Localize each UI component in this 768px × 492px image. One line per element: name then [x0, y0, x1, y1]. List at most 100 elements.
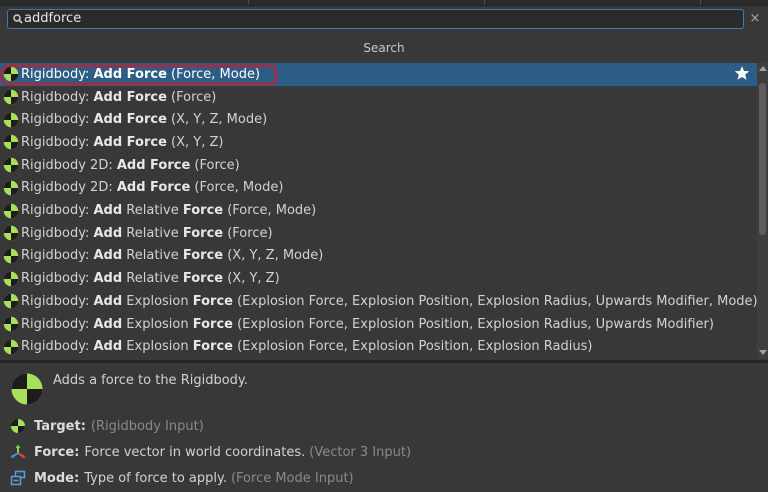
port-name: Mode:	[34, 470, 80, 486]
result-params: (Force, Mode)	[166, 66, 261, 82]
result-prefix: Rigidbody:	[21, 339, 94, 355]
port-type: (Vector 3 Input)	[309, 444, 412, 460]
scroll-up-arrow-icon[interactable]	[759, 66, 767, 71]
result-row[interactable]: Rigidbody: Add Force (X, Y, Z)	[0, 131, 757, 154]
result-params: (X, Y, Z)	[166, 134, 224, 150]
result-row[interactable]: Rigidbody: Add Relative Force (Force)	[0, 222, 757, 245]
result-match-1: Add Force	[93, 112, 167, 128]
results-list[interactable]: Rigidbody: Add Force (Force, Mode) Rigidb…	[0, 63, 757, 359]
result-params: (Explosion Force, Explosion Position, Ex…	[232, 316, 714, 332]
list-header-title: Search	[363, 41, 405, 55]
search-icon	[13, 14, 23, 24]
result-params: (X, Y, Z, Mode)	[223, 248, 324, 264]
result-prefix: Rigidbody:	[21, 225, 94, 241]
result-row[interactable]: Rigidbody 2D: Add Force (Force, Mode)	[0, 177, 757, 200]
result-params: (Explosion Force, Explosion Position, Ex…	[232, 293, 757, 309]
rigidbody-port-icon	[11, 419, 25, 433]
result-row[interactable]: Rigidbody: Add Explosion Force (Explosio…	[0, 290, 757, 313]
result-row[interactable]: Rigidbody: Add Explosion Force (Explosio…	[0, 313, 757, 336]
result-row[interactable]: Rigidbody: Add Relative Force (X, Y, Z, …	[0, 245, 757, 268]
result-params: (Explosion Force, Explosion Position, Ex…	[232, 339, 593, 355]
port-target: Target: (Rigidbody Input)	[10, 416, 204, 436]
favorite-star-icon[interactable]	[734, 65, 750, 81]
vector3-axes-icon	[10, 444, 26, 458]
result-label: Rigidbody: Add Explosion Force (Explosio…	[21, 317, 714, 332]
result-match-1: Add Force	[93, 66, 167, 82]
result-match-1: Add Force	[116, 157, 191, 173]
result-params: (X, Y, Z)	[223, 271, 280, 287]
result-match-2: Force	[192, 339, 233, 355]
node-description: Adds a force to the Rigidbody.	[53, 373, 248, 388]
result-prefix: Rigidbody:	[21, 203, 94, 219]
search-box[interactable]	[7, 9, 744, 29]
result-prefix: Rigidbody:	[21, 89, 94, 105]
result-match-2: Force	[182, 225, 224, 241]
result-label: Rigidbody 2D: Add Force (Force)	[21, 158, 240, 173]
search-row: ×	[0, 6, 768, 34]
result-prefix: Rigidbody:	[21, 248, 94, 264]
result-row[interactable]: Rigidbody: Add Force (X, Y, Z, Mode)	[0, 108, 757, 131]
result-match-1: Add	[93, 248, 123, 264]
result-params: (Force, Mode)	[190, 180, 284, 196]
result-prefix: Rigidbody:	[21, 134, 94, 150]
details-panel: Adds a force to the Rigidbody. Target: (…	[0, 363, 768, 492]
divider-tick	[484, 0, 485, 5]
list-header: Search	[0, 36, 768, 62]
result-match-1: Add Force	[116, 180, 191, 196]
result-match-1: Add Force	[93, 89, 167, 105]
scroll-down-arrow-icon[interactable]	[759, 350, 767, 355]
result-prefix: Rigidbody:	[21, 112, 94, 128]
clear-search-button[interactable]: ×	[748, 10, 762, 28]
rigidbody-icon	[3, 180, 19, 196]
rigidbody-icon	[3, 203, 19, 218]
rigidbody-icon	[3, 248, 19, 264]
result-match-1: Add	[93, 203, 123, 219]
result-row[interactable]: Rigidbody: Add Relative Force (X, Y, Z)	[0, 267, 757, 290]
result-match-1: Add	[93, 316, 123, 332]
result-label: Rigidbody: Add Explosion Force (Explosio…	[21, 339, 592, 354]
result-middle: Explosion	[122, 339, 193, 355]
result-middle: Explosion	[122, 293, 193, 309]
result-label: Rigidbody: Add Explosion Force (Explosio…	[21, 294, 757, 309]
port-description: Type of force to apply.	[84, 470, 227, 486]
result-params: (Force, Mode)	[223, 203, 317, 219]
result-middle: Explosion	[122, 316, 193, 332]
result-params: (X, Y, Z, Mode)	[166, 112, 268, 128]
search-input[interactable]	[24, 10, 724, 28]
result-middle: Relative	[122, 203, 183, 219]
result-row[interactable]: Rigidbody: Add Relative Force (Force, Mo…	[0, 199, 757, 222]
rigidbody-icon	[3, 339, 19, 354]
result-row[interactable]: Rigidbody: Add Force (Force)	[0, 86, 757, 109]
result-match-2: Force	[182, 248, 224, 264]
result-middle: Relative	[122, 225, 183, 241]
result-prefix: Rigidbody:	[21, 316, 94, 332]
rigidbody-icon	[3, 157, 19, 173]
result-row[interactable]: Rigidbody 2D: Add Force (Force)	[0, 154, 757, 177]
rigidbody-icon	[3, 89, 19, 105]
result-label: Rigidbody: Add Relative Force (Force, Mo…	[21, 203, 316, 218]
result-label: Rigidbody: Add Force (Force, Mode)	[21, 67, 260, 82]
result-match-1: Add	[93, 339, 123, 355]
result-row[interactable]: Rigidbody: Add Force (Force, Mode)	[0, 63, 757, 86]
port-type: (Force Mode Input)	[230, 470, 354, 486]
result-match-1: Add	[93, 271, 123, 287]
port-description: Force vector in world coordinates.	[84, 444, 306, 460]
result-params: (Force)	[166, 89, 217, 105]
result-label: Rigidbody: Add Relative Force (X, Y, Z)	[21, 271, 280, 286]
result-label: Rigidbody: Add Relative Force (X, Y, Z, …	[21, 248, 323, 263]
result-match-2: Force	[192, 316, 233, 332]
port-name: Force:	[34, 444, 80, 460]
result-prefix: Rigidbody:	[21, 271, 94, 287]
enum-icon	[10, 470, 26, 486]
port-name: Target:	[34, 418, 86, 434]
result-row[interactable]: Rigidbody: Add Explosion Force (Explosio…	[0, 335, 757, 358]
results-scrollbar[interactable]	[757, 63, 768, 359]
result-match-2: Force	[182, 271, 224, 287]
scrollbar-thumb[interactable]	[759, 83, 766, 235]
result-label: Rigidbody: Add Force (Force)	[21, 90, 216, 105]
result-prefix: Rigidbody 2D:	[21, 157, 117, 173]
result-params: (Force)	[223, 225, 273, 241]
rigidbody-icon	[3, 67, 19, 82]
result-label: Rigidbody 2D: Add Force (Force, Mode)	[21, 180, 283, 195]
result-prefix: Rigidbody 2D:	[21, 180, 117, 196]
